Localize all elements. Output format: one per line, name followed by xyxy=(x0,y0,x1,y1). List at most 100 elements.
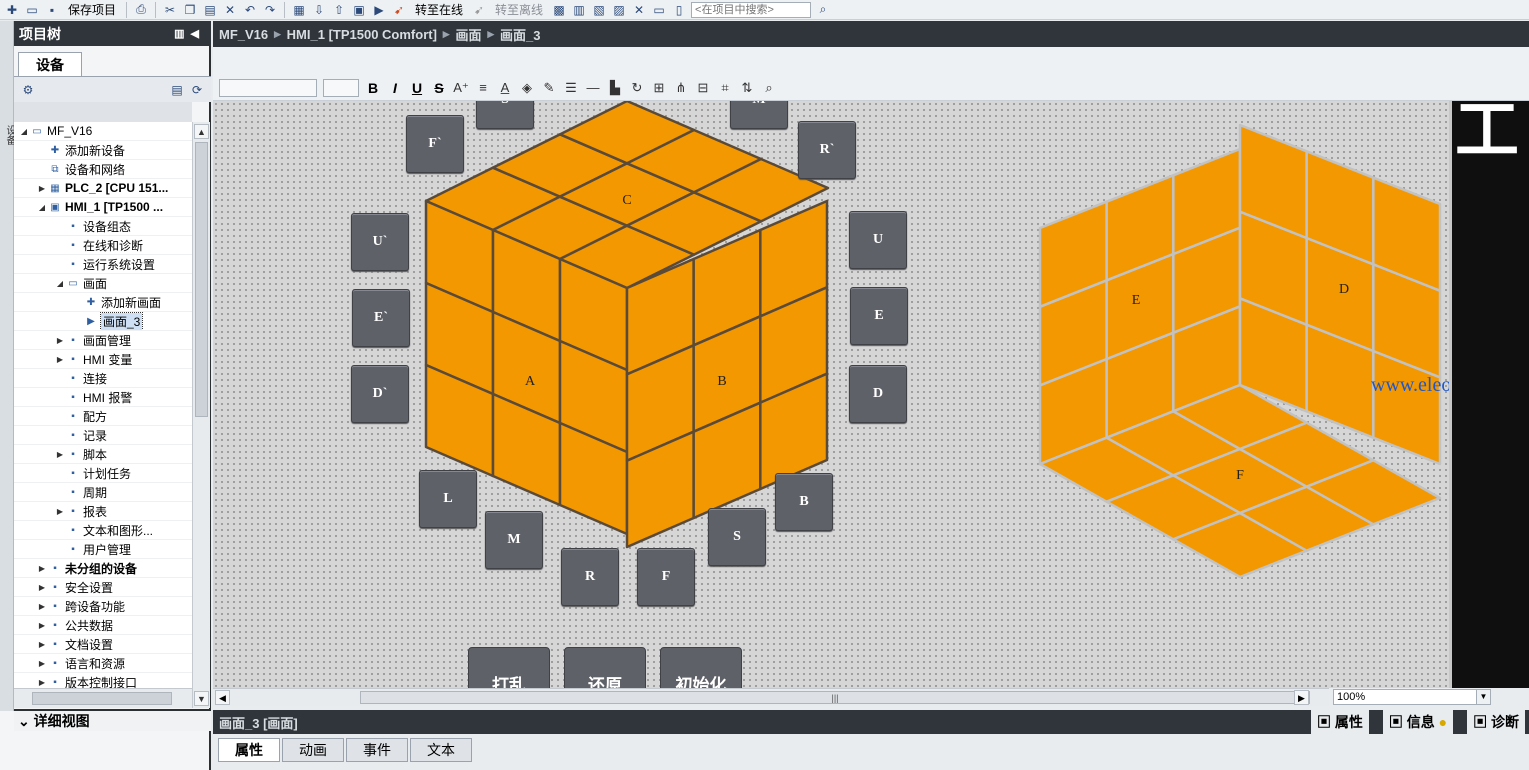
tab-events[interactable]: 事件 xyxy=(346,738,408,762)
tree-item[interactable]: ▶ ▪ 未分组的设备 xyxy=(14,559,192,578)
tree-item[interactable]: ◢ ▭ 画面 xyxy=(14,274,192,293)
align-icon[interactable]: ≡ xyxy=(475,80,491,95)
tree-item[interactable]: ▪ 文本和图形... xyxy=(14,521,192,540)
tree-item[interactable]: ✚ 添加新设备 xyxy=(14,141,192,160)
scroll-right-icon[interactable]: ▶ xyxy=(1294,690,1309,705)
restore-button[interactable]: 还原 xyxy=(564,647,646,688)
format-painter-icon[interactable]: ⌗ xyxy=(717,80,733,96)
new-project-icon[interactable]: ✚ xyxy=(4,2,20,18)
start-runtime-icon[interactable]: ▶ xyxy=(371,2,387,18)
align-objects-icon[interactable]: ⊞ xyxy=(651,80,667,96)
rotate-u-prime-button[interactable]: U` xyxy=(351,213,409,271)
screen-canvas[interactable]: CAB EDF S M F` R` U` U E` E D` D L B M S… xyxy=(213,101,1449,688)
inspector-tab-info[interactable]: ▣ 信息 ● xyxy=(1382,710,1454,734)
tree-item[interactable]: ▶ ▪ 画面管理 xyxy=(14,331,192,350)
breadcrumb-item[interactable]: HMI_1 [TP1500 Comfort] xyxy=(287,27,437,42)
redo-icon[interactable]: ↷ xyxy=(262,2,278,18)
tree-item[interactable]: ▪ 记录 xyxy=(14,426,192,445)
devices-tab[interactable]: 设备 xyxy=(18,52,82,76)
tree-item[interactable]: ▪ 周期 xyxy=(14,483,192,502)
close-editor-icon[interactable]: ✕ xyxy=(631,2,647,18)
tab-properties[interactable]: 属性 xyxy=(218,738,280,762)
rotate-e-button[interactable]: E xyxy=(850,287,908,345)
simulate-icon[interactable]: ▣ xyxy=(351,2,367,18)
tree-item[interactable]: ▪ HMI 报警 xyxy=(14,388,192,407)
print-icon[interactable]: ⎙ xyxy=(133,2,149,18)
rotate-s-top-button[interactable]: S xyxy=(476,101,534,129)
split-icon[interactable]: ▧ xyxy=(591,2,607,18)
tab-order-icon[interactable]: ⇅ xyxy=(739,80,755,96)
rotate-f-prime-button[interactable]: F` xyxy=(406,115,464,173)
go-offline-icon[interactable]: ➹ xyxy=(471,2,487,18)
initialize-button[interactable]: 初始化 xyxy=(660,647,742,688)
scroll-thumb[interactable] xyxy=(32,692,172,705)
line-color-icon[interactable]: ✎ xyxy=(541,80,557,96)
strikethrough-icon[interactable]: S xyxy=(431,80,447,96)
tree-item[interactable]: ▪ 运行系统设置 xyxy=(14,255,192,274)
scroll-thumb[interactable]: ||| xyxy=(360,691,1310,704)
expanded-arrow-icon[interactable]: ◢ xyxy=(36,203,48,212)
open-project-icon[interactable]: ▭ xyxy=(24,2,40,18)
tree-item[interactable]: ▪ 设备组态 xyxy=(14,217,192,236)
underline-icon[interactable]: U xyxy=(409,80,425,96)
order-icon[interactable]: ▙ xyxy=(607,80,623,96)
rotate-l-button[interactable]: L xyxy=(419,470,477,528)
go-offline-button[interactable]: 转至离线 xyxy=(491,1,547,18)
font-size-select[interactable] xyxy=(323,78,359,97)
download-icon[interactable]: ⇩ xyxy=(311,2,327,18)
collapsed-arrow-icon[interactable]: ▶ xyxy=(54,355,66,364)
refresh-icon[interactable]: ⟳ xyxy=(189,82,205,98)
panel-collapse-icon[interactable]: ▥◀ xyxy=(174,27,205,40)
save-icon[interactable]: ▪ xyxy=(44,2,60,18)
font-family-select[interactable] xyxy=(219,78,317,97)
tree-item[interactable]: ▶ ▪ 版本控制接口 xyxy=(14,673,192,689)
tree-item[interactable]: ▪ 配方 xyxy=(14,407,192,426)
collapsed-arrow-icon[interactable]: ▶ xyxy=(36,583,48,592)
font-color-icon[interactable]: A xyxy=(497,80,513,95)
rotate-b-button[interactable]: B xyxy=(775,473,833,531)
project-search-input[interactable] xyxy=(691,1,812,18)
tree-item[interactable]: ⧉ 设备和网络 xyxy=(14,160,192,179)
cut-icon[interactable]: ✂ xyxy=(162,2,178,18)
rotate-u-button[interactable]: U xyxy=(849,211,907,269)
scroll-up-icon[interactable]: ▲ xyxy=(194,124,209,139)
line-style-icon[interactable]: — xyxy=(585,80,601,95)
tab-animations[interactable]: 动画 xyxy=(282,738,344,762)
split-horizontal-icon[interactable]: ▭ xyxy=(651,2,667,18)
tree-item[interactable]: ▶ ▪ 语言和资源 xyxy=(14,654,192,673)
save-project-button[interactable]: 保存项目 xyxy=(64,1,120,18)
search-icon[interactable]: ⌕ xyxy=(815,2,831,18)
tree-item[interactable]: ✚ 添加新画面 xyxy=(14,293,192,312)
undo-icon[interactable]: ↶ xyxy=(242,2,258,18)
paste-icon[interactable]: ▤ xyxy=(202,2,218,18)
scroll-thumb[interactable] xyxy=(195,142,208,417)
compare-icon[interactable]: ▨ xyxy=(611,2,627,18)
tree-item[interactable]: ▶ ▪ 安全设置 xyxy=(14,578,192,597)
compile-icon[interactable]: ▦ xyxy=(291,2,307,18)
font-size-up-icon[interactable]: A⁺ xyxy=(453,80,469,96)
tree-item[interactable]: ◢ ▣ HMI_1 [TP1500 ... xyxy=(14,198,192,217)
scramble-button[interactable]: 打乱 xyxy=(468,647,550,688)
rotate-icon[interactable]: ↻ xyxy=(629,80,645,96)
rotate-d-button[interactable]: D xyxy=(849,365,907,423)
fill-color-icon[interactable]: ◈ xyxy=(519,80,535,96)
go-online-icon[interactable]: ➹ xyxy=(391,2,407,18)
expanded-arrow-icon[interactable]: ◢ xyxy=(18,127,30,136)
rotate-r-button[interactable]: R xyxy=(561,548,619,606)
breadcrumb-item[interactable]: 画面_3 xyxy=(500,25,540,44)
line-width-icon[interactable]: ☰ xyxy=(563,80,579,96)
collapsed-arrow-icon[interactable]: ▶ xyxy=(54,507,66,516)
collapsed-arrow-icon[interactable]: ▶ xyxy=(36,184,48,193)
tree-settings-icon[interactable]: ⚙ xyxy=(20,82,36,98)
tree-item[interactable]: ▶ ▪ 脚本 xyxy=(14,445,192,464)
accessible-devices-icon[interactable]: ▩ xyxy=(551,2,567,18)
bold-icon[interactable]: B xyxy=(365,80,381,96)
tab-texts[interactable]: 文本 xyxy=(410,738,472,762)
rotate-d-prime-button[interactable]: D` xyxy=(351,365,409,423)
overview-icon[interactable]: ▤ xyxy=(169,82,185,98)
collapsed-arrow-icon[interactable]: ▶ xyxy=(36,564,48,573)
chevron-down-icon[interactable]: ▼ xyxy=(1476,690,1490,704)
tree-item[interactable]: ▪ 在线和诊断 xyxy=(14,236,192,255)
rotate-s-button[interactable]: S xyxy=(708,508,766,566)
side-tab-strip[interactable]: 设备 xyxy=(0,21,15,711)
